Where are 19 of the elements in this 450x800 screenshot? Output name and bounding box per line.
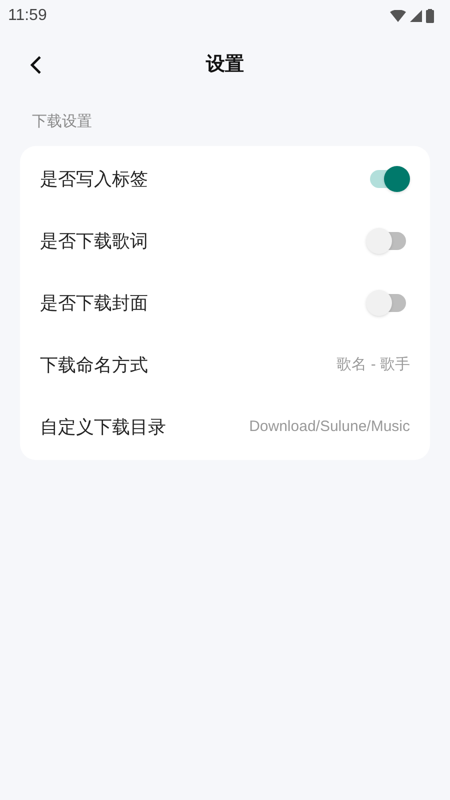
- settings-row[interactable]: 自定义下载目录 Download/Sulune/Music: [20, 396, 430, 458]
- setting-label: 是否下载歌词: [40, 230, 148, 252]
- wifi-icon: [390, 10, 406, 22]
- settings-row[interactable]: 是否下载封面: [20, 272, 430, 334]
- signal-icon: [410, 10, 422, 22]
- setting-label: 是否下载封面: [40, 292, 148, 314]
- setting-value: 歌名 - 歌手: [336, 354, 410, 375]
- setting-label: 是否写入标签: [40, 168, 148, 190]
- setting-label: 自定义下载目录: [40, 416, 166, 438]
- back-icon: [30, 55, 42, 75]
- status-time: 11:59: [8, 6, 47, 26]
- setting-value: Download/Sulune/Music: [249, 416, 410, 437]
- section-title: 下载设置: [32, 113, 92, 130]
- settings-row[interactable]: 是否写入标签: [20, 148, 430, 210]
- settings-row[interactable]: 下载命名方式 歌名 - 歌手: [20, 334, 430, 396]
- setting-label: 下载命名方式: [40, 354, 148, 376]
- settings-row[interactable]: 是否下载歌词: [20, 210, 430, 272]
- battery-icon: [426, 9, 434, 23]
- page-title: 设置: [206, 52, 244, 77]
